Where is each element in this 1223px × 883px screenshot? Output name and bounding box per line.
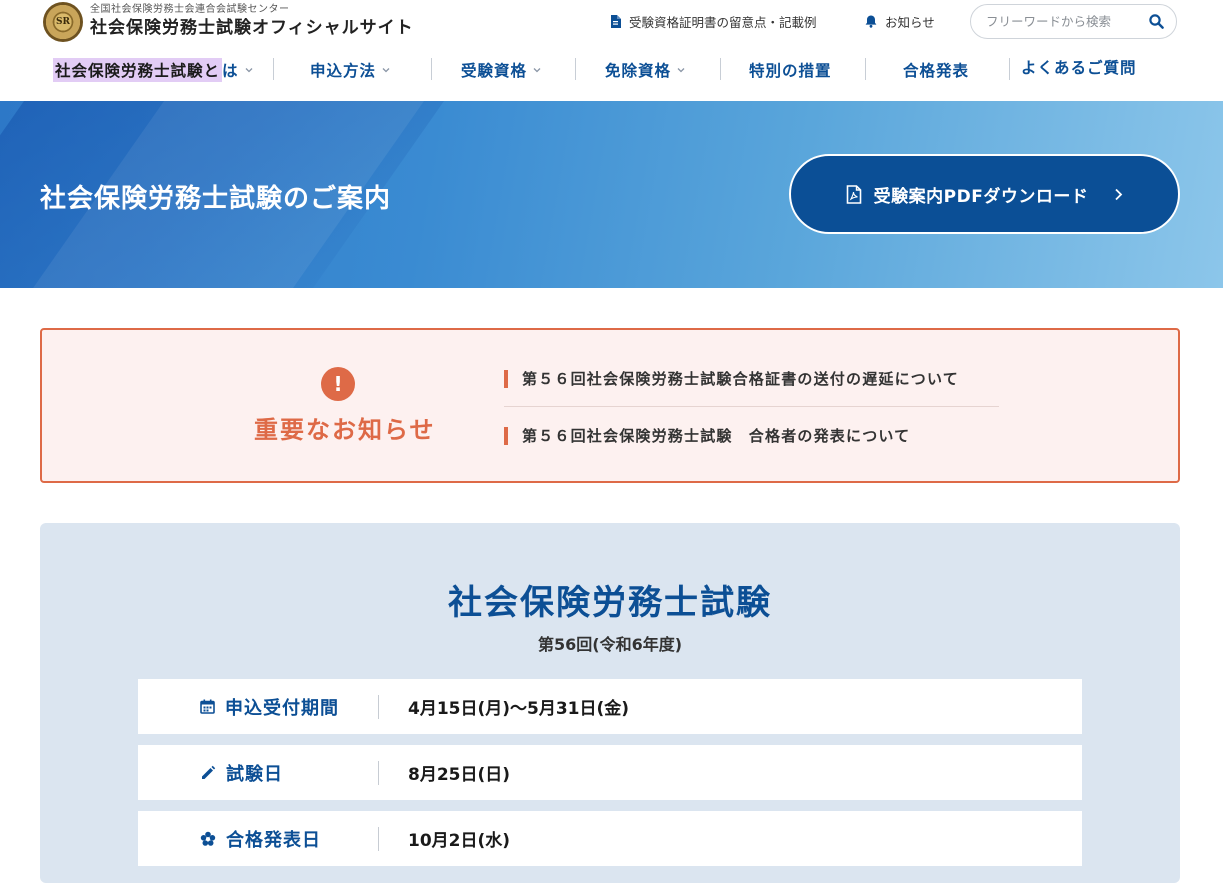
schedule-value: 10月2日(水)	[408, 831, 511, 851]
nav-item-eligibility[interactable]: 受験資格	[461, 56, 541, 84]
nav-divider	[865, 58, 866, 80]
row-divider	[378, 827, 379, 851]
pdf-download-button[interactable]: 受験案内PDFダウンロード	[789, 154, 1180, 234]
site-header: SR 全国社会保険労務士会連合会試験センター 社会保険労務士試験オフィシャルサイ…	[0, 0, 1223, 101]
page-title: 社会保険労務士試験のご案内	[40, 184, 392, 214]
exam-subtitle: 第56回(令和6年度)	[537, 635, 683, 654]
site-logo[interactable]: SR 全国社会保険労務士会連合会試験センター 社会保険労務士試験オフィシャルサイ…	[43, 2, 414, 42]
nav-divider	[1009, 58, 1010, 80]
search-box	[970, 4, 1177, 39]
notice-heading: 重要なお知らせ	[254, 416, 436, 444]
notice-link[interactable]: 第５６回社会保険労務士試験合格証書の送付の遅延について	[504, 368, 959, 389]
nav-item-special-measures[interactable]: 特別の措置	[749, 56, 832, 84]
org-name: 全国社会保険労務士会連合会試験センター	[90, 4, 290, 15]
chevron-right-icon	[1115, 188, 1123, 200]
nav-divider	[273, 58, 274, 80]
chevron-down-icon	[677, 68, 685, 73]
nav-item-about[interactable]: 社会保険労務士試験とは	[53, 56, 253, 84]
chevron-down-icon	[533, 68, 541, 73]
pdf-file-icon	[846, 184, 861, 204]
global-nav: 社会保険労務士試験とは 申込方法 受験資格 免除資格 特別の措置 合格発表 よく	[0, 52, 1223, 88]
nav-divider	[575, 58, 576, 80]
pencil-icon	[202, 765, 216, 779]
flower-icon	[200, 831, 216, 846]
nav-item-exemption[interactable]: 免除資格	[605, 56, 685, 84]
search-button[interactable]	[1149, 14, 1164, 33]
nav-item-faq[interactable]: よくあるご質問	[1021, 53, 1137, 81]
schedule-label: 申込受付期間	[225, 697, 339, 719]
news-link[interactable]: お知らせ	[865, 12, 935, 31]
schedule-value: 8月25日(日)	[408, 765, 511, 785]
row-divider	[378, 761, 379, 785]
nav-divider	[720, 58, 721, 80]
calendar-icon	[200, 699, 215, 714]
row-divider	[378, 695, 379, 719]
nav-item-application[interactable]: 申込方法	[310, 56, 390, 84]
schedule-row-result-date: 合格発表日 10月2日(水)	[138, 811, 1082, 866]
chevron-down-icon	[382, 68, 390, 73]
document-icon	[611, 15, 621, 28]
exam-title: 社会保険労務士試験	[448, 583, 772, 623]
notice-link[interactable]: 第５６回社会保険労務士試験 合格者の発表について	[504, 425, 910, 446]
schedule-value: 4月15日(月)～5月31日(金)	[408, 699, 630, 719]
chevron-down-icon	[245, 68, 252, 73]
logo-emblem-icon: SR	[43, 2, 83, 42]
alert-icon: !	[321, 367, 355, 401]
certificate-link[interactable]: 受験資格証明書の留意点・記載例	[610, 12, 817, 31]
bell-icon	[865, 15, 877, 28]
search-icon	[1149, 14, 1164, 29]
nav-divider	[431, 58, 432, 80]
schedule-row-exam-date: 試験日 8月25日(日)	[138, 745, 1082, 800]
important-notice: ! 重要なお知らせ 第５６回社会保険労務士試験合格証書の送付の遅延について 第５…	[40, 328, 1180, 483]
schedule-label: 試験日	[226, 763, 283, 785]
notice-divider	[504, 406, 999, 407]
hero-banner: 社会保険労務士試験のご案内 受験案内PDFダウンロード	[0, 101, 1223, 288]
search-input[interactable]	[986, 14, 1136, 29]
site-title: 社会保険労務士試験オフィシャルサイト	[90, 18, 414, 38]
schedule-label: 合格発表日	[226, 829, 321, 851]
schedule-row-application: 申込受付期間 4月15日(月)～5月31日(金)	[138, 679, 1082, 734]
nav-item-results[interactable]: 合格発表	[903, 56, 969, 84]
exam-info-panel: 社会保険労務士試験 第56回(令和6年度) 申込受付期間 4月15日(月)～5月…	[40, 523, 1180, 883]
